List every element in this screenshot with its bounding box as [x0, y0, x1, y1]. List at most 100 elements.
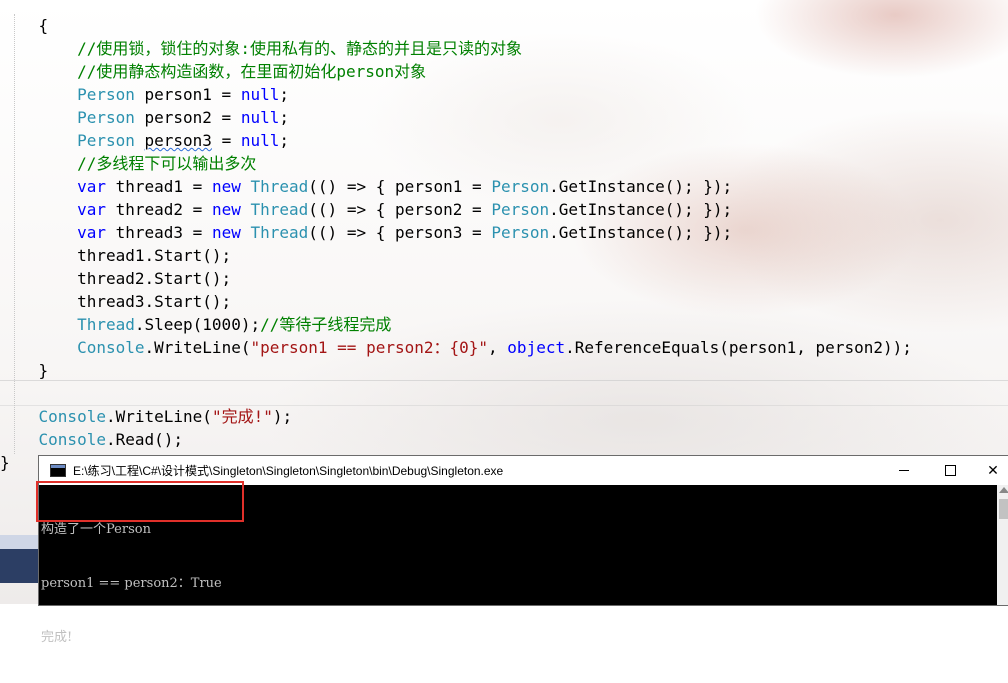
scroll-up-icon[interactable]	[999, 487, 1008, 493]
code-line[interactable]: thread2.Start();	[0, 267, 1008, 290]
code-token: thread2.Start();	[0, 269, 232, 288]
code-token: //使用静态构造函数，在里面初始化person对象	[0, 62, 427, 81]
code-token: thread3.Start();	[0, 292, 232, 311]
code-token: }	[0, 453, 10, 472]
code-line[interactable]: thread3.Start();	[0, 290, 1008, 313]
code-line[interactable]: var thread1 = new Thread(() => { person1…	[0, 175, 1008, 198]
code-token: null	[240, 131, 280, 150]
code-token: );	[272, 407, 293, 426]
code-token: Person	[77, 131, 135, 150]
console-line: 完成!	[41, 630, 73, 645]
code-token: //使用锁，锁住的对象:使用私有的、静态的并且是只读的对象	[0, 39, 522, 58]
code-line[interactable]: }	[0, 359, 1008, 382]
code-token: Person	[491, 200, 550, 219]
code-token: person3	[144, 131, 212, 150]
code-token: }	[0, 361, 49, 380]
console-scrollbar[interactable]	[997, 485, 1008, 605]
code-token: new	[211, 223, 241, 242]
code-token: .WriteLine(	[144, 338, 251, 357]
code-token: .WriteLine(	[105, 407, 212, 426]
code-line[interactable]: {	[0, 14, 1008, 37]
code-token: Person	[77, 85, 135, 104]
code-line[interactable]: Console.WriteLine("完成!");	[0, 405, 1008, 428]
code-token: {	[0, 16, 49, 35]
console-title: E:\练习\工程\C#\设计模式\Singleton\Singleton\Sin…	[73, 464, 504, 478]
code-token: Console	[38, 430, 106, 449]
code-token: ;	[279, 85, 289, 104]
console-line: 构造了一个Person	[41, 522, 151, 537]
highlight-annotation-box	[36, 481, 244, 522]
code-line[interactable]: Person person2 = null;	[0, 106, 1008, 129]
code-token: "person1 == person2：{0}"	[250, 338, 489, 357]
code-line[interactable]: //使用静态构造函数，在里面初始化person对象	[0, 60, 1008, 83]
code-token: Thread	[250, 177, 309, 196]
code-token: (() => { person3 =	[308, 223, 492, 242]
code-token: (() => { person2 =	[308, 200, 492, 219]
code-token: Person	[77, 108, 135, 127]
code-token: Thread	[250, 223, 309, 242]
code-token: (() => { person1 =	[308, 177, 492, 196]
code-token: null	[240, 85, 280, 104]
code-token: "完成!"	[211, 407, 273, 426]
code-token: thread1 =	[105, 177, 212, 196]
code-token: ,	[488, 338, 508, 357]
code-token: var	[77, 177, 106, 196]
scroll-thumb[interactable]	[999, 499, 1008, 519]
code-token: Console	[77, 338, 145, 357]
code-token: ;	[279, 131, 290, 150]
code-token: thread1.Start();	[0, 246, 232, 265]
code-token: Thread	[250, 200, 309, 219]
maximize-icon	[944, 465, 956, 476]
code-token: Thread	[77, 315, 135, 334]
code-editor[interactable]: { //使用锁，锁住的对象:使用私有的、静态的并且是只读的对象 //使用静态构造…	[0, 14, 1008, 474]
code-token: .Read();	[105, 430, 184, 449]
minimize-button[interactable]	[881, 456, 927, 485]
code-token: thread2 =	[105, 200, 212, 219]
code-token: .GetInstance(); });	[549, 200, 733, 219]
code-line[interactable]: //使用锁，锁住的对象:使用私有的、静态的并且是只读的对象	[0, 37, 1008, 60]
code-token: null	[240, 108, 280, 127]
code-token: Person	[491, 177, 550, 196]
code-line[interactable]: Thread.Sleep(1000);//等待子线程完成	[0, 313, 1008, 336]
code-token: ;	[279, 108, 289, 127]
console-window[interactable]: E:\练习\工程\C#\设计模式\Singleton\Singleton\Sin…	[38, 455, 1008, 645]
code-token: object	[507, 338, 566, 357]
code-line[interactable]	[0, 382, 1008, 405]
ide-panel-strip	[0, 549, 38, 583]
code-token: person2 =	[134, 108, 241, 127]
console-app-icon	[50, 464, 66, 477]
code-line[interactable]: Console.WriteLine("person1 == person2：{0…	[0, 336, 1008, 359]
code-token: new	[211, 177, 241, 196]
close-button[interactable]: ✕	[973, 456, 1008, 485]
code-token: new	[211, 200, 241, 219]
code-token: person1 =	[134, 85, 241, 104]
code-token: .Sleep(1000);	[134, 315, 261, 334]
maximize-button[interactable]	[927, 456, 973, 485]
code-token: Console	[38, 407, 106, 426]
code-line[interactable]: Console.Read();	[0, 428, 1008, 451]
code-line[interactable]: Person person3 = null;	[0, 129, 1008, 152]
close-icon: ✕	[987, 462, 999, 479]
code-token: //多线程下可以输出多次	[0, 154, 257, 173]
code-line[interactable]: var thread3 = new Thread(() => { person3…	[0, 221, 1008, 244]
code-line[interactable]: var thread2 = new Thread(() => { person2…	[0, 198, 1008, 221]
code-line[interactable]: //多线程下可以输出多次	[0, 152, 1008, 175]
minimize-icon	[899, 470, 909, 471]
code-line[interactable]: Person person1 = null;	[0, 83, 1008, 106]
code-line[interactable]: thread1.Start();	[0, 244, 1008, 267]
code-token: //等待子线程完成	[260, 315, 392, 334]
code-token: .GetInstance(); });	[549, 223, 733, 242]
ide-panel-strip	[0, 535, 38, 549]
code-token: =	[211, 131, 241, 150]
code-token: thread3 =	[105, 223, 212, 242]
code-token: .ReferenceEquals(person1, person2));	[565, 338, 912, 357]
